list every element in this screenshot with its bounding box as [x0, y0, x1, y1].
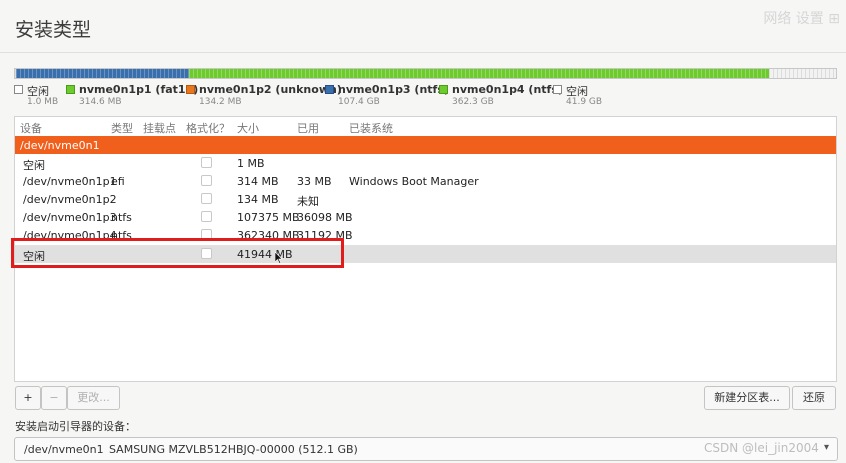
legend-name: nvme0n1p3 (ntfs)	[338, 83, 449, 96]
format-checkbox[interactable]	[201, 193, 212, 204]
table-row[interactable]: /dev/nvme0n1p2 134 MB 未知	[15, 190, 836, 208]
boot-device-model: SAMSUNG MZVLB512HBJQ-00000 (512.1 GB)	[109, 443, 358, 456]
header-system[interactable]: 已装系统	[349, 120, 393, 136]
table-header: 设备 类型 挂载点 格式化？ 大小 已用 已装系统	[15, 117, 836, 136]
legend-size: 314.6 MB	[79, 97, 122, 107]
header-type[interactable]: 类型	[111, 120, 133, 136]
revert-button[interactable]: 还原	[792, 386, 836, 410]
remove-partition-button[interactable]: −	[41, 386, 67, 410]
boot-device-path: /dev/nvme0n1	[24, 443, 104, 456]
legend-swatch	[66, 85, 75, 94]
row-device: /dev/nvme0n1p1	[23, 175, 117, 188]
format-checkbox[interactable]	[201, 175, 212, 186]
header-mount[interactable]: 挂载点	[143, 120, 176, 136]
format-checkbox[interactable]	[201, 157, 212, 168]
legend-swatch	[553, 85, 562, 94]
legend-swatch	[325, 85, 334, 94]
disk-name: /dev/nvme0n1	[20, 139, 100, 152]
row-type: ntfs	[111, 211, 132, 224]
top-right-mark: 网络 设置 ⊞	[763, 11, 840, 27]
table-row[interactable]: 空闲 1 MB	[15, 154, 836, 172]
legend-swatch	[439, 85, 448, 94]
partition-bar-free-end	[769, 69, 836, 78]
legend-name: nvme0n1p1 (fat16)	[79, 83, 199, 96]
legend-swatch	[14, 85, 23, 94]
add-partition-button[interactable]: +	[15, 386, 41, 410]
format-checkbox[interactable]	[201, 211, 212, 222]
row-size: 1 MB	[237, 157, 265, 170]
legend-name: nvme0n1p4 (ntfs)	[452, 83, 563, 96]
row-used: 36098 MB	[297, 211, 353, 224]
chevron-down-icon: ▾	[823, 442, 829, 453]
row-device: /dev/nvme0n1p3	[23, 211, 117, 224]
legend-size: 107.4 GB	[338, 97, 380, 107]
header-format[interactable]: 格式化？	[186, 120, 230, 136]
partition-bar-p4	[188, 69, 770, 78]
row-used: 33 MB	[297, 175, 332, 188]
legend-name: nvme0n1p2 (unknown)	[199, 83, 342, 96]
row-size: 134 MB	[237, 193, 279, 206]
row-device: /dev/nvme0n1p2	[23, 193, 117, 206]
header-device[interactable]: 设备	[20, 120, 42, 136]
header-divider	[0, 52, 846, 53]
row-system: Windows Boot Manager	[349, 175, 479, 188]
legend-size: 1.0 MB	[27, 97, 59, 107]
legend-size: 134.2 MB	[199, 97, 242, 107]
disk-row[interactable]: /dev/nvme0n1	[15, 136, 836, 154]
legend-size: 41.9 GB	[566, 97, 603, 107]
highlight-box	[11, 238, 344, 268]
partition-bar	[14, 68, 837, 79]
row-size: 107375 MB	[237, 211, 300, 224]
table-row[interactable]: /dev/nvme0n1p1 efi 314 MB 33 MB Windows …	[15, 172, 836, 190]
row-device: 空闲	[23, 159, 45, 172]
mouse-cursor-icon	[275, 252, 283, 264]
boot-loader-label: 安装启动引导器的设备：	[15, 420, 136, 433]
table-row[interactable]: /dev/nvme0n1p3 ntfs 107375 MB 36098 MB	[15, 208, 836, 226]
header-used[interactable]: 已用	[297, 120, 319, 136]
partition-bar-p3	[16, 69, 189, 78]
watermark: CSDN @lei_jin2004	[704, 441, 819, 455]
page-title: 安装类型	[15, 19, 92, 41]
legend-size: 362.3 GB	[452, 97, 494, 107]
row-used: 未知	[297, 195, 319, 208]
row-size: 314 MB	[237, 175, 279, 188]
new-partition-table-button[interactable]: 新建分区表...	[704, 386, 790, 410]
header-size[interactable]: 大小	[237, 120, 259, 136]
change-partition-button[interactable]: 更改...	[67, 386, 120, 410]
row-type: efi	[111, 175, 125, 188]
legend-swatch	[186, 85, 195, 94]
